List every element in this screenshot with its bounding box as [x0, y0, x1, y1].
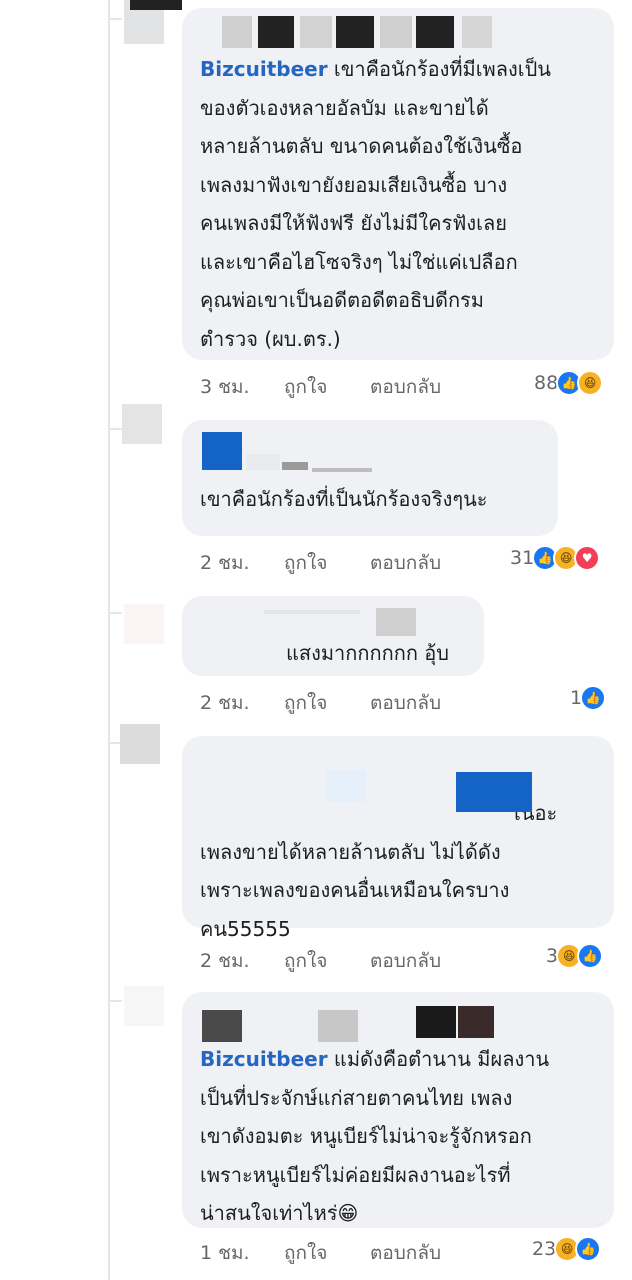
comment-text: เขาคือนักร้องที่เป็นนักร้องจริงๆนะ [200, 480, 540, 519]
reply-button[interactable]: ตอบกลับ [370, 688, 441, 718]
like-button[interactable]: ถูกใจ [284, 1238, 327, 1268]
comment-bubble: Bizcuitbeer เขาคือนักร้องที่มีเพลงเป็น ข… [182, 8, 614, 360]
comment-bubble: แสงมากกกกกก อุ้บ [182, 596, 484, 676]
redacted-name [200, 604, 466, 638]
comment-text-line: เนอะ [200, 794, 596, 833]
reaction-count: 31 [510, 547, 535, 569]
reaction-count: 88 [534, 372, 559, 394]
comment-bubble: เนอะ เพลงขายได้หลายล้านตลับ ไม่ได้ดัง เพ… [182, 736, 614, 941]
redacted-name [200, 16, 596, 50]
like-icon: 👍 [575, 1236, 602, 1262]
comment-actions: 2 ชม. ถูกใจ ตอบกลับ [200, 688, 441, 718]
thread-branch [108, 428, 122, 430]
thread-branch [108, 612, 122, 614]
comment-body: เพลงขายได้หลายล้านตลับ ไม่ได้ดัง เพราะเพ… [200, 839, 510, 941]
comment-text: แสงมากกกกกก อุ้บ [200, 634, 466, 672]
author-name[interactable]: Bizcuitbeer [200, 57, 328, 81]
love-icon: ♥ [574, 545, 601, 571]
like-button[interactable]: ถูกใจ [284, 946, 327, 976]
reply-button[interactable]: ตอบกลับ [370, 946, 441, 976]
comment-body: เขาคือนักร้องที่มีเพลงเป็น ของตัวเองหลาย… [200, 57, 551, 351]
comment-bubble: Bizcuitbeer แม่ดังคือตำนาน มีผลงาน เป็นท… [182, 992, 614, 1228]
reply-button[interactable]: ตอบกลับ [370, 548, 441, 578]
reply-button[interactable]: ตอบกลับ [370, 1238, 441, 1268]
comment-body: เขาคือนักร้องที่เป็นนักร้องจริงๆนะ [200, 487, 488, 511]
comment-body: แสงมากกกกกก อุ้บ [286, 641, 449, 665]
author-name[interactable]: Bizcuitbeer [200, 1047, 328, 1071]
comment-actions: 3 ชม. ถูกใจ ตอบกลับ [200, 372, 441, 402]
comment-body: แม่ดังคือตำนาน มีผลงาน เป็นที่ประจักษ์แก… [200, 1047, 550, 1225]
thread-branch [108, 18, 122, 20]
comment-time[interactable]: 1 ชม. [200, 1238, 250, 1268]
comment-actions: 2 ชม. ถูกใจ ตอบกลับ [200, 946, 441, 976]
like-icon: 👍 [577, 943, 604, 969]
reactions-summary[interactable]: 88 👍 😆 [534, 370, 604, 396]
comment-text: Bizcuitbeer แม่ดังคือตำนาน มีผลงาน เป็นท… [200, 1040, 596, 1233]
reactions-summary[interactable]: 23 😆 👍 [532, 1236, 602, 1262]
reaction-count: 23 [532, 1238, 557, 1260]
like-button[interactable]: ถูกใจ [284, 372, 327, 402]
comment-text: เพลงขายได้หลายล้านตลับ ไม่ได้ดัง เพราะเพ… [200, 833, 596, 949]
comment-time[interactable]: 2 ชม. [200, 548, 250, 578]
comment-actions: 2 ชม. ถูกใจ ตอบกลับ [200, 548, 441, 578]
avatar[interactable] [120, 724, 160, 764]
reply-button[interactable]: ตอบกลับ [370, 372, 441, 402]
comment-actions: 1 ชม. ถูกใจ ตอบกลับ [200, 1238, 441, 1268]
avatar[interactable] [122, 404, 162, 444]
reactions-summary[interactable]: 3 😆 👍 [546, 943, 604, 969]
thread-branch [108, 1000, 122, 1002]
avatar-redaction [130, 0, 182, 10]
comment-time[interactable]: 2 ชม. [200, 946, 250, 976]
comment-text: Bizcuitbeer เขาคือนักร้องที่มีเพลงเป็น ข… [200, 50, 596, 358]
comment-time[interactable]: 2 ชม. [200, 688, 250, 718]
like-button[interactable]: ถูกใจ [284, 688, 327, 718]
redacted-name [200, 1000, 596, 1042]
haha-icon: 😆 [577, 370, 604, 396]
thread-line [108, 0, 110, 1280]
like-button[interactable]: ถูกใจ [284, 548, 327, 578]
reactions-summary[interactable]: 31 👍 😆 ♥ [510, 545, 601, 571]
redacted-name [200, 428, 540, 472]
comment-time[interactable]: 3 ชม. [200, 372, 250, 402]
avatar[interactable] [124, 604, 164, 644]
comment-bubble: เขาคือนักร้องที่เป็นนักร้องจริงๆนะ [182, 420, 558, 536]
redacted-name [200, 744, 596, 812]
reactions-summary[interactable]: 1 👍 [570, 685, 607, 711]
like-icon: 👍 [580, 685, 607, 711]
avatar[interactable] [124, 986, 164, 1026]
